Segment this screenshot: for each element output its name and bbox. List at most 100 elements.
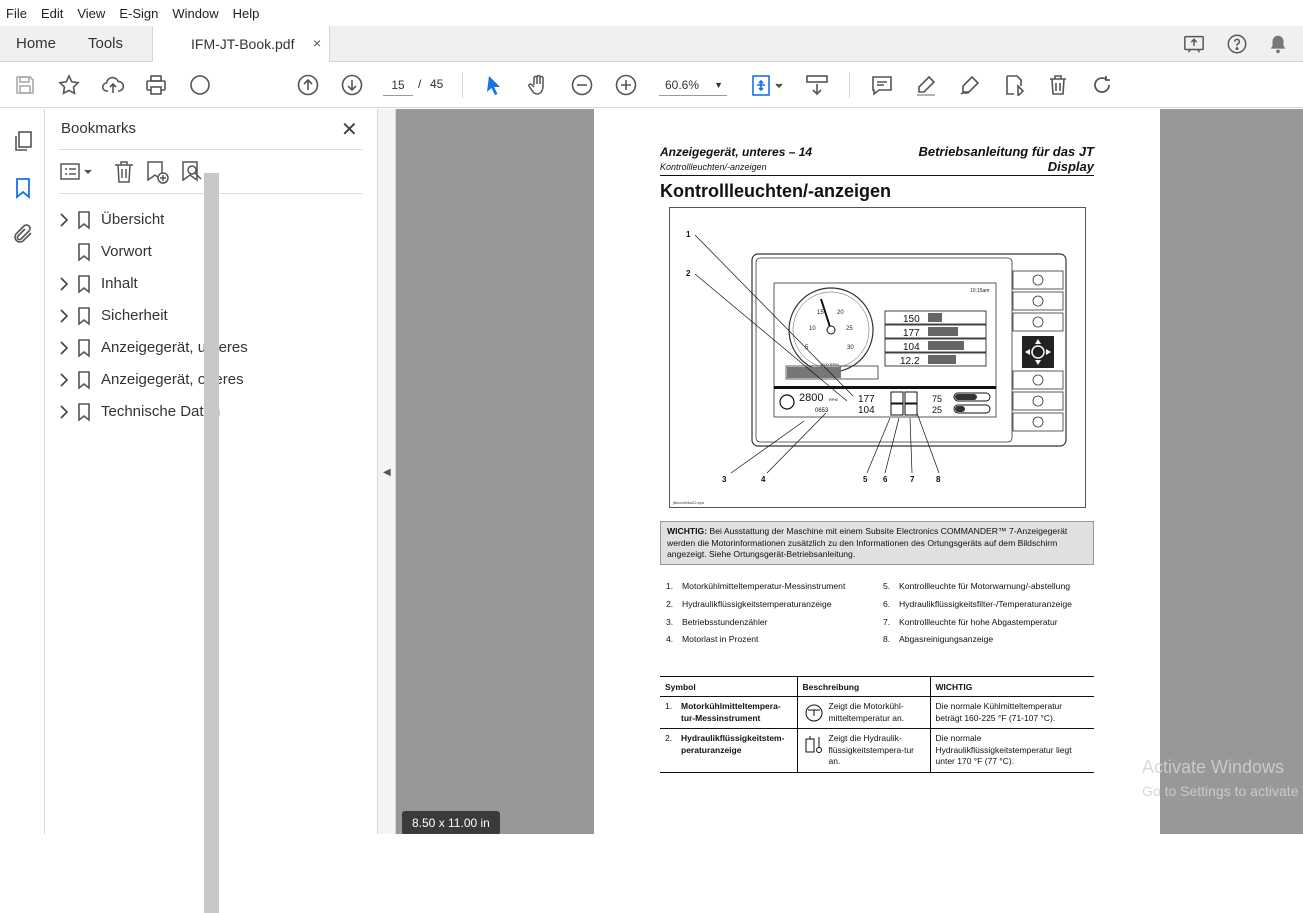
fill-sign-icon[interactable] <box>1002 73 1026 97</box>
menu-edit[interactable]: Edit <box>41 6 63 21</box>
menu-view[interactable]: View <box>77 6 105 21</box>
toolbar: 15 / 45 60.6% ▼ <box>0 62 1303 108</box>
bookmark-label: Anzeigegerät, unteres <box>101 339 248 356</box>
toolbar-divider <box>462 72 463 98</box>
bookmark-flag-icon <box>77 274 91 294</box>
bookmark-flag-icon <box>77 242 91 262</box>
page-thumbnails-icon[interactable] <box>11 129 35 153</box>
legend-item: 3. Betriebsstundenzähler <box>666 617 768 627</box>
row-number: 2. <box>665 733 673 743</box>
warning-label: WICHTIG: <box>667 526 708 536</box>
zoom-in-icon[interactable] <box>614 73 638 97</box>
chevron-right-icon[interactable] <box>57 275 71 293</box>
table-header: Symbol <box>660 676 798 697</box>
callout-number: 5 <box>863 475 868 484</box>
notifications-bell-icon[interactable] <box>1267 33 1289 55</box>
gauge-tick: 15 <box>817 310 824 316</box>
bookmark-label: Übersicht <box>101 211 165 228</box>
coolant-temp-value: 177 <box>858 394 875 405</box>
bookmarks-panel-icon[interactable] <box>11 176 35 200</box>
page-header-subsection: Kontrollleuchten/-anzeigen <box>660 162 767 172</box>
menu-help[interactable]: Help <box>233 6 260 21</box>
chevron-right-icon[interactable] <box>57 307 71 325</box>
attachments-paperclip-icon[interactable] <box>11 222 35 246</box>
next-page-icon[interactable] <box>340 73 364 97</box>
menu-window[interactable]: Window <box>172 6 218 21</box>
save-icon[interactable] <box>13 73 37 97</box>
warning-note: WICHTIG: Bei Ausstattung der Maschine mi… <box>660 521 1094 565</box>
display-diagram: 10:15am 5 10 15 20 25 30 x100 RPM 150 17… <box>672 230 1067 505</box>
bookmark-label: Inhalt <box>101 275 138 292</box>
chevron-right-icon[interactable] <box>57 403 71 421</box>
page-number-input[interactable]: 15 <box>383 74 413 96</box>
menu-file[interactable]: File <box>6 6 27 21</box>
hours-value: 0653 <box>815 408 829 414</box>
close-icon[interactable]: ✕ <box>341 117 358 142</box>
print-icon[interactable] <box>144 73 168 97</box>
menu-esign[interactable]: E-Sign <box>119 6 158 21</box>
legend-item: 4. Motorlast in Prozent <box>666 634 759 644</box>
select-cursor-icon[interactable] <box>482 73 506 97</box>
panel-collapse-handle[interactable]: ◀ <box>378 109 396 834</box>
chevron-right-icon[interactable] <box>57 371 71 389</box>
zoom-value: 60.6% <box>665 78 700 92</box>
header-rule <box>660 175 1094 176</box>
highlight-pen-icon[interactable] <box>914 73 938 97</box>
row-description: Zeigt die Motorkühl-mitteltemperatur an. <box>828 701 905 723</box>
help-icon[interactable] <box>1226 33 1248 55</box>
document-viewport[interactable]: Anzeigegerät, unteres – 14 Kontrollleuch… <box>396 109 1303 834</box>
page-header-section: Anzeigegerät, unteres – 14 <box>660 145 813 159</box>
activation-watermark-subtitle: Go to Settings to activate Windows. <box>1142 783 1303 799</box>
page-total: 45 <box>430 77 444 91</box>
row-symbol: Hydraulikflüssigkeitstem-peraturanzeige <box>681 733 785 755</box>
table-row: 1. Motorkühlmitteltempera-tur-Messinstrum… <box>660 696 1094 729</box>
percent-value: 75 <box>932 394 942 404</box>
bookmark-label: Technische Daten <box>101 403 221 420</box>
chevron-right-icon[interactable] <box>57 339 71 357</box>
zoom-select[interactable]: 60.6% ▼ <box>659 74 727 96</box>
activation-watermark-title: Activate Windows <box>1142 757 1285 777</box>
callout-number: 1 <box>686 230 691 239</box>
tab-tools[interactable]: Tools <box>88 35 123 52</box>
more-tools-icon[interactable] <box>188 73 212 97</box>
bookmark-label: Sicherheit <box>101 307 168 324</box>
callout-number: 2 <box>686 269 691 278</box>
tab-document[interactable]: IFM-JT-Book.pdf × <box>152 26 330 62</box>
tab-home[interactable]: Home <box>16 35 56 52</box>
gauge-tick: 30 <box>847 345 854 351</box>
collapse-arrow-icon: ◀ <box>383 467 391 478</box>
rotate-icon[interactable] <box>1090 73 1114 97</box>
readout-value: 177 <box>903 328 920 339</box>
fit-page-icon[interactable] <box>750 73 786 97</box>
previous-page-icon[interactable] <box>296 73 320 97</box>
hydraulic-temperature-icon <box>803 733 825 755</box>
upload-cloud-icon[interactable] <box>101 73 125 97</box>
chevron-right-icon[interactable] <box>57 211 71 229</box>
delete-trash-icon[interactable] <box>1046 73 1070 97</box>
hand-tool-icon[interactable] <box>526 73 550 97</box>
row-number: 1. <box>665 701 673 711</box>
tab-close-icon[interactable]: × <box>313 35 321 51</box>
callout-number: 8 <box>936 475 941 484</box>
bookmark-star-icon[interactable] <box>57 73 81 97</box>
bookmark-options-icon[interactable] <box>59 159 97 185</box>
bookmark-flag-icon <box>77 338 91 358</box>
page-title: Kontrollleuchten/-anzeigen <box>660 181 892 201</box>
find-bookmark-icon[interactable] <box>179 159 205 185</box>
bookmark-label: Vorwort <box>101 243 152 260</box>
delete-bookmark-icon[interactable] <box>111 159 137 185</box>
share-screen-icon[interactable] <box>1183 33 1205 55</box>
scrollbar[interactable] <box>204 173 219 913</box>
bookmark-flag-icon <box>77 306 91 326</box>
scroll-mode-icon[interactable] <box>805 73 829 97</box>
draw-freehand-icon[interactable] <box>958 73 982 97</box>
toolbar-divider <box>849 72 850 98</box>
comment-icon[interactable] <box>870 73 894 97</box>
add-bookmark-icon[interactable] <box>144 159 170 185</box>
rpm-value: 2800 <box>799 392 823 404</box>
zoom-out-icon[interactable] <box>570 73 594 97</box>
legend-item: 7. Kontrollleuchte für hohe Abgastemperat… <box>883 617 1058 627</box>
warning-text: Bei Ausstattung der Maschine mit einem S… <box>667 526 1068 559</box>
pdf-page: Anzeigegerät, unteres – 14 Kontrollleuch… <box>594 109 1160 834</box>
legend-item: 6. Hydraulikflüssigkeitsfilter-/Temperatu… <box>883 599 1072 609</box>
